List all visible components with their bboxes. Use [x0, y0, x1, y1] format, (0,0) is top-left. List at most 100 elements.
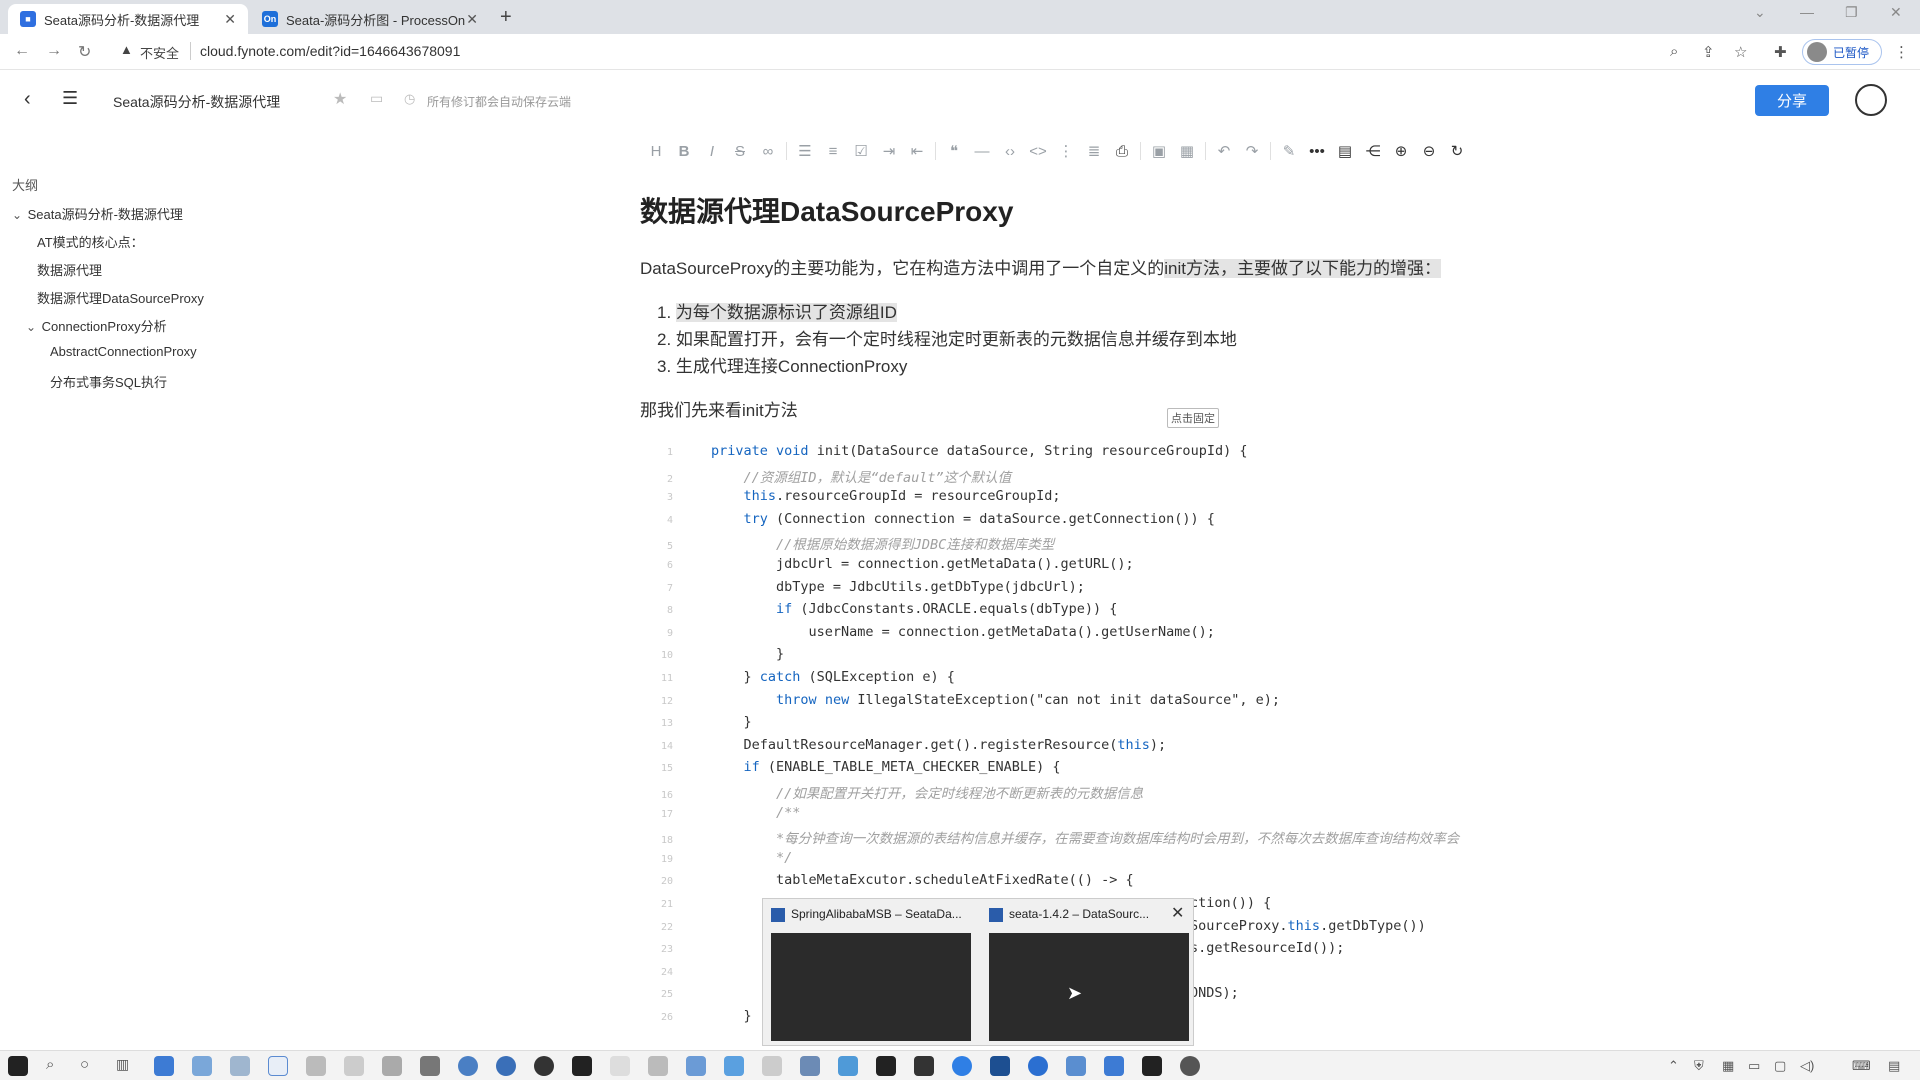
inline-code-icon[interactable]: ‹› [996, 138, 1024, 164]
search-icon[interactable]: ⌕ [46, 1056, 54, 1073]
outline-item[interactable]: 分布式事务SQL执行 [50, 372, 167, 391]
app-icon[interactable] [610, 1056, 630, 1076]
app-icon[interactable] [876, 1056, 896, 1076]
outline-item[interactable]: ⌄ ConnectionProxy分析 [26, 316, 167, 335]
app-icon[interactable] [1104, 1056, 1124, 1076]
app-icon[interactable] [838, 1056, 858, 1076]
volume-icon[interactable]: ◁) [1800, 1058, 1814, 1074]
image-icon[interactable]: ▭ [370, 90, 383, 107]
insert-image-icon[interactable]: ▣ [1145, 138, 1173, 164]
app-icon[interactable] [800, 1056, 820, 1076]
share-page-icon[interactable]: ⇪ [1702, 43, 1715, 61]
forward-icon[interactable]: → [46, 42, 62, 60]
preview-thumbnail[interactable] [989, 933, 1189, 1041]
insert-table-icon[interactable]: ▦ [1173, 138, 1201, 164]
reload-icon[interactable]: ↻ [78, 42, 91, 62]
bold-icon[interactable]: B [670, 138, 698, 164]
outline-item[interactable]: 数据源代理 [37, 260, 102, 279]
outline-item[interactable]: ⌄ Seata源码分析-数据源代理 [12, 204, 183, 223]
note-icon[interactable]: ▤ [1331, 138, 1359, 164]
minimize-button[interactable]: — [1800, 4, 1814, 20]
redo-icon[interactable]: ↷ [1238, 138, 1266, 164]
heading-icon[interactable]: H [642, 138, 670, 164]
outline-item[interactable]: AT模式的核心点： [37, 232, 144, 251]
chevron-up-icon[interactable]: ⌃ [1668, 1058, 1679, 1074]
pen-icon[interactable]: ✎ [1275, 138, 1303, 164]
code-block-icon[interactable]: <> [1024, 138, 1052, 164]
task-view-icon[interactable]: ▥ [116, 1056, 129, 1073]
tab-seata-datasource[interactable]: ■ Seata源码分析-数据源代理 ✕ [8, 4, 248, 34]
close-icon[interactable]: ✕ [1171, 903, 1184, 923]
app-icon[interactable] [1028, 1056, 1048, 1076]
app-icon[interactable] [344, 1056, 364, 1076]
mindmap-icon[interactable]: ⋲ [1359, 138, 1387, 164]
intellij-icon[interactable] [990, 1056, 1010, 1076]
quote-icon[interactable]: ❝ [940, 138, 968, 164]
chrome-icon[interactable] [496, 1056, 516, 1076]
close-icon[interactable]: ✕ [466, 11, 478, 28]
app-icon[interactable] [686, 1056, 706, 1076]
app-icon[interactable] [420, 1056, 440, 1076]
start-icon[interactable] [8, 1056, 28, 1076]
tab-processon[interactable]: On Seata-源码分析图 - ProcessOn ✕ [250, 4, 490, 34]
app-icon[interactable] [1142, 1056, 1162, 1076]
security-label[interactable]: 不安全 [140, 43, 179, 62]
align-icon[interactable]: ≣ [1080, 138, 1108, 164]
maximize-button[interactable]: ❐ [1845, 4, 1858, 21]
menu-dots-icon[interactable]: ⋮ [1894, 43, 1909, 61]
share-button[interactable]: 分享 [1755, 85, 1829, 116]
chevron-down-icon[interactable]: ⌄ [12, 208, 24, 222]
hamburger-menu-icon[interactable]: ☰ [62, 88, 78, 109]
shield-icon[interactable]: ⛨ [1694, 1058, 1704, 1074]
link-icon[interactable]: ∞ [754, 138, 782, 164]
extensions-icon[interactable]: ✚ [1774, 43, 1787, 61]
network-icon[interactable]: ▢ [1774, 1058, 1786, 1074]
app-icon[interactable] [914, 1056, 934, 1076]
star-icon[interactable]: ★ [333, 89, 347, 109]
horizontal-rule-icon[interactable]: — [968, 138, 996, 164]
more-icon[interactable]: ••• [1303, 138, 1331, 164]
pin-button[interactable]: 点击固定 [1167, 408, 1219, 428]
typora-icon[interactable] [268, 1056, 288, 1076]
back-icon[interactable]: ← [14, 42, 30, 60]
avatar[interactable] [1855, 84, 1887, 116]
new-tab-button[interactable]: + [500, 6, 512, 29]
app-icon[interactable] [648, 1056, 668, 1076]
zoom-in-icon[interactable]: ⊕ [1387, 138, 1415, 164]
app-icon[interactable] [1066, 1056, 1086, 1076]
app-icon[interactable] [762, 1056, 782, 1076]
strikethrough-icon[interactable]: S [726, 138, 754, 164]
checklist-icon[interactable]: ☑ [847, 138, 875, 164]
preview-window-title[interactable]: SpringAlibabaMSB – SeataDa... [791, 907, 962, 921]
app-icon[interactable] [192, 1056, 212, 1076]
app-icon[interactable] [572, 1056, 592, 1076]
print-icon[interactable]: ⎙ [1108, 138, 1136, 164]
refresh-icon[interactable]: ↻ [1443, 138, 1471, 164]
cortana-icon[interactable]: ○ [80, 1056, 89, 1073]
notification-icon[interactable]: ▤ [1888, 1058, 1900, 1074]
outline-item[interactable]: 数据源代理DataSourceProxy [37, 288, 204, 307]
preview-window-title[interactable]: seata-1.4.2 – DataSourc... [1009, 907, 1149, 921]
app-icon[interactable] [230, 1056, 250, 1076]
undo-icon[interactable]: ↶ [1210, 138, 1238, 164]
back-arrow-icon[interactable]: ‹ [24, 88, 31, 111]
indent-icon[interactable]: ⇥ [875, 138, 903, 164]
mail-icon[interactable] [154, 1056, 174, 1076]
app-icon[interactable]: ▦ [1722, 1058, 1734, 1074]
bullet-list-icon[interactable]: ☰ [791, 138, 819, 164]
numbered-list-icon[interactable]: ≡ [819, 138, 847, 164]
app-icon[interactable] [952, 1056, 972, 1076]
keyboard-icon[interactable]: ⌨ [1852, 1058, 1871, 1074]
app-icon[interactable] [306, 1056, 326, 1076]
italic-icon[interactable]: I [698, 138, 726, 164]
app-icon[interactable] [382, 1056, 402, 1076]
steam-icon[interactable] [534, 1056, 554, 1076]
chevron-down-icon[interactable]: ⌄ [1754, 4, 1766, 21]
outdent-icon[interactable]: ⇤ [903, 138, 931, 164]
outline-item[interactable]: AbstractConnectionProxy [50, 344, 197, 359]
app-icon[interactable] [724, 1056, 744, 1076]
document-title[interactable]: Seata源码分析-数据源代理 [113, 92, 280, 112]
preview-thumbnail[interactable] [771, 933, 971, 1041]
bookmark-star-icon[interactable]: ☆ [1734, 43, 1747, 61]
window-close-button[interactable]: ✕ [1890, 4, 1902, 21]
